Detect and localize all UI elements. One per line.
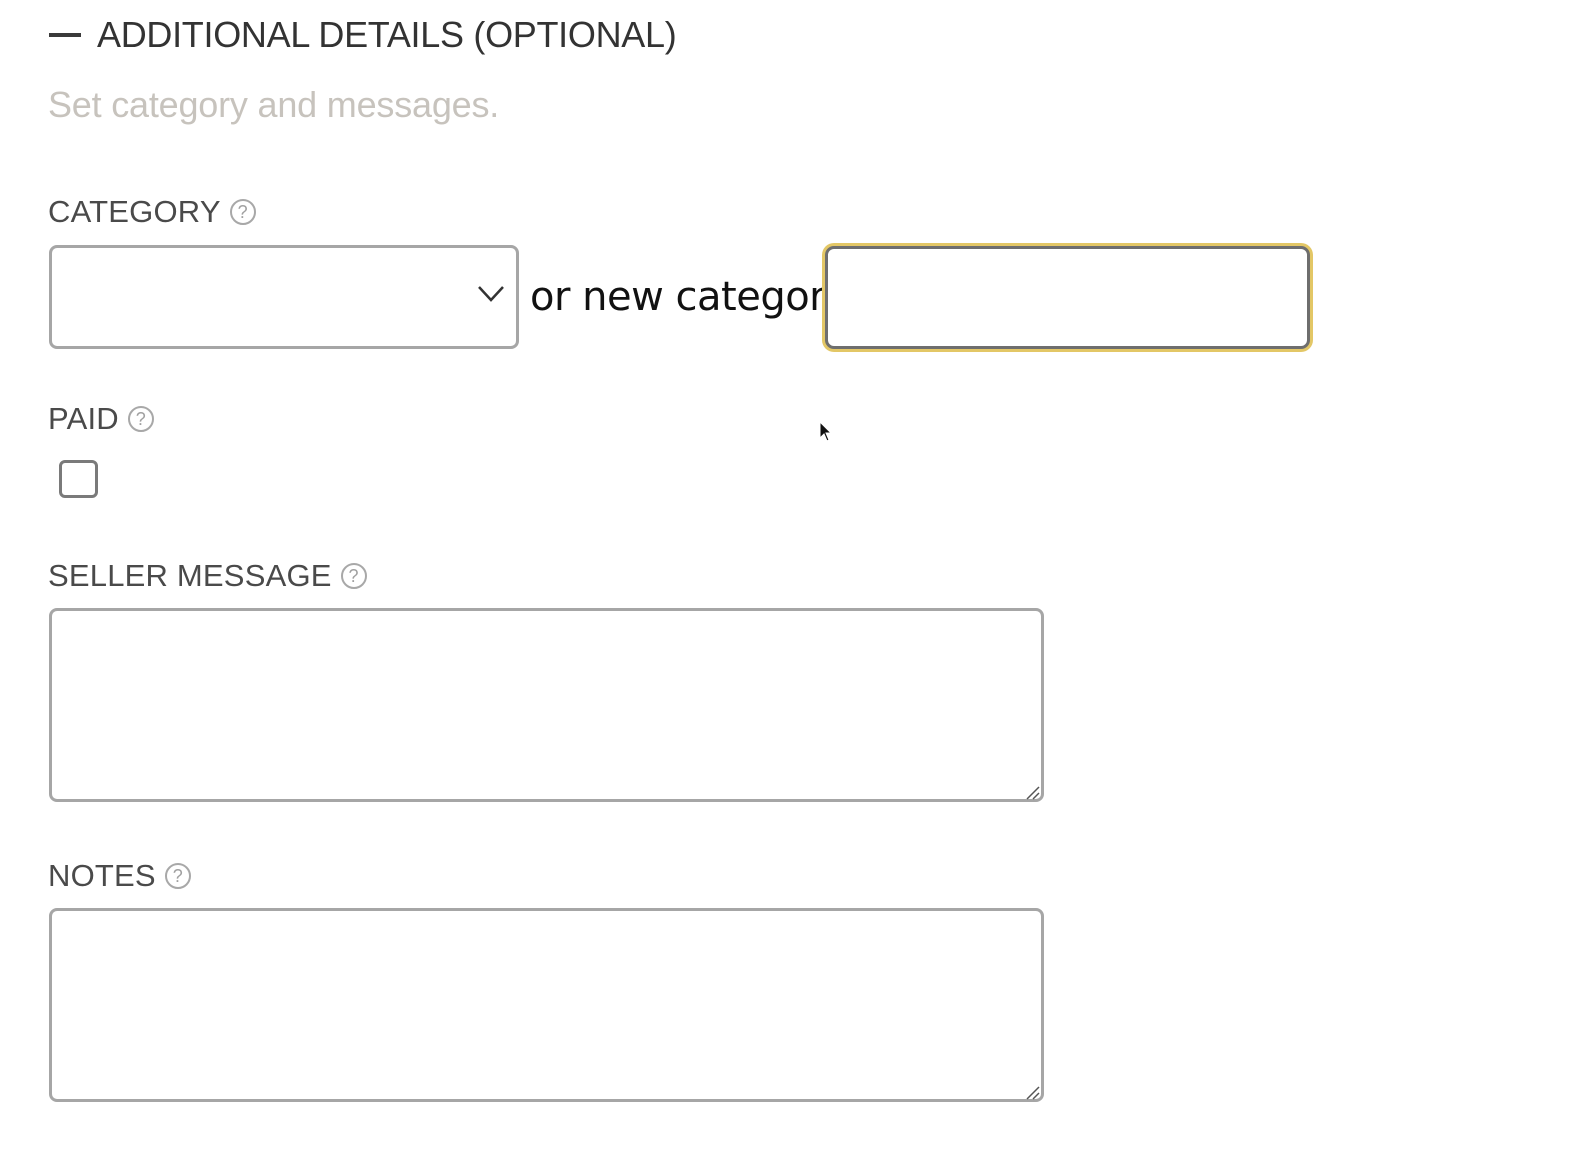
resize-grip-icon[interactable] (1024, 1084, 1040, 1100)
new-category-input[interactable] (825, 246, 1310, 349)
seller-message-textarea[interactable] (49, 608, 1044, 802)
help-icon[interactable]: ? (229, 199, 256, 225)
section-title: ADDITIONAL DETAILS (OPTIONAL) (97, 14, 677, 55)
section-header[interactable]: ADDITIONAL DETAILS (OPTIONAL) (49, 14, 677, 56)
paid-label-group: PAID ? (48, 401, 154, 437)
chevron-down-icon (478, 286, 504, 302)
resize-grip-icon[interactable] (1024, 784, 1040, 800)
mouse-pointer-icon (819, 421, 833, 442)
notes-label: NOTES (48, 858, 156, 893)
category-label: CATEGORY (48, 194, 221, 229)
paid-checkbox[interactable] (59, 460, 98, 498)
help-icon[interactable]: ? (127, 406, 154, 432)
seller-message-label: SELLER MESSAGE (48, 558, 332, 593)
help-icon[interactable]: ? (164, 863, 191, 889)
or-new-category-text: or new category (530, 274, 849, 320)
minus-icon[interactable] (49, 33, 81, 37)
seller-message-label-group: SELLER MESSAGE ? (48, 558, 367, 594)
notes-label-group: NOTES ? (48, 858, 191, 894)
help-icon[interactable]: ? (340, 563, 367, 589)
section-subtitle: Set category and messages. (48, 84, 500, 125)
category-label-group: CATEGORY ? (48, 194, 256, 230)
paid-label: PAID (48, 401, 119, 436)
notes-textarea[interactable] (49, 908, 1044, 1102)
category-select[interactable] (49, 245, 519, 349)
